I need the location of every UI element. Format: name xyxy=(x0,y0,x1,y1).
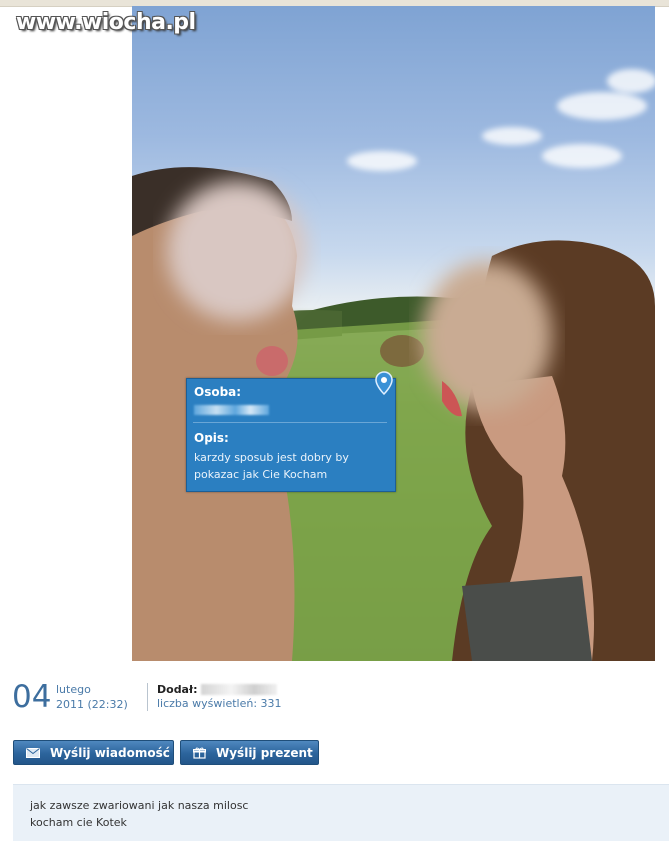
description-line1: jak zawsze zwariowani jak nasza milosc xyxy=(30,799,249,812)
tag-description-line2: pokazac jak Cie Kocham xyxy=(194,468,328,481)
send-message-label: Wyślij wiadomość xyxy=(50,745,170,760)
send-gift-label: Wyślij prezent xyxy=(216,745,313,760)
person-name-blurred[interactable] xyxy=(194,401,269,418)
date-year-time: 2011 (22:32) xyxy=(56,698,128,711)
person-label: Osoba: xyxy=(194,385,242,399)
date-month: lutego xyxy=(56,683,91,696)
site-watermark: www.wiocha.pl xyxy=(16,10,196,35)
gift-icon xyxy=(193,746,206,759)
description-line2: kocham cie Kotek xyxy=(30,816,127,829)
tag-description-line1: karzdy sposub jest dobry by xyxy=(194,451,349,464)
profile-photo[interactable] xyxy=(132,6,655,661)
photo-scene xyxy=(132,69,655,661)
view-count: liczba wyświetleń: 331 xyxy=(157,697,282,710)
author-name-blurred[interactable] xyxy=(201,684,277,695)
photo-description-box: jak zawsze zwariowani jak nasza milosc k… xyxy=(13,784,669,841)
send-message-button[interactable]: Wyślij wiadomość xyxy=(13,740,174,765)
map-pin-icon[interactable] xyxy=(375,371,393,395)
person-tag-popup: Osoba: Opis: karzdy sposub jest dobry by… xyxy=(186,371,396,492)
send-gift-button[interactable]: Wyślij prezent xyxy=(180,740,319,765)
meta-divider xyxy=(147,683,148,711)
envelope-icon xyxy=(26,747,40,758)
date-day: 04 xyxy=(12,679,52,715)
description-label: Opis: xyxy=(194,431,229,445)
tag-divider xyxy=(193,422,387,423)
added-by-label: Dodał: xyxy=(157,683,198,696)
